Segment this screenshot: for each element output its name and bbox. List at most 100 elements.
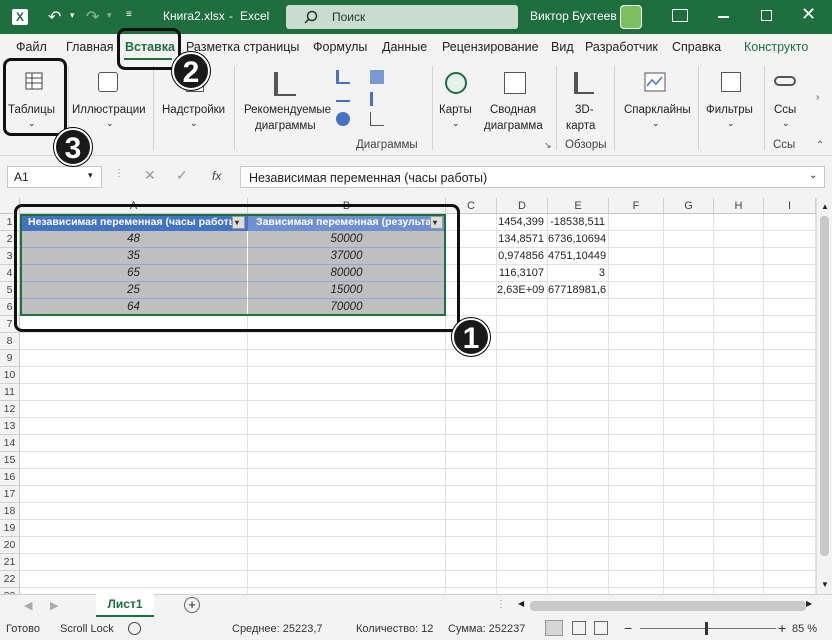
normal-view-icon[interactable] bbox=[545, 620, 563, 636]
search-box[interactable]: Поиск bbox=[286, 5, 518, 29]
callout-tables bbox=[3, 58, 67, 136]
hierarchy-chart-icon[interactable] bbox=[370, 70, 384, 84]
formula-input[interactable]: Независимая переменная (часы работы) ⌄ bbox=[240, 166, 825, 188]
filters-button[interactable]: Фильтры ⌄ bbox=[702, 64, 760, 134]
recommended-charts-button[interactable]: Рекомендуемые диаграммы bbox=[238, 64, 334, 134]
row-header[interactable]: 11 bbox=[0, 384, 20, 401]
ribbon-display-icon[interactable] bbox=[672, 9, 688, 22]
cell-d[interactable]: 116,3107 bbox=[497, 265, 548, 282]
scroll-thumb[interactable] bbox=[820, 216, 829, 556]
scroll-up-icon[interactable]: ▲ bbox=[821, 202, 829, 211]
row-header[interactable]: 20 bbox=[0, 537, 20, 554]
scroll-down-icon[interactable]: ▼ bbox=[821, 580, 829, 589]
zoom-in-icon[interactable]: + bbox=[778, 620, 786, 636]
maximize-icon[interactable] bbox=[761, 10, 772, 21]
tab-help[interactable]: Справка bbox=[672, 40, 721, 54]
scatter-chart-icon[interactable] bbox=[370, 112, 384, 126]
horizontal-scroll-thumb[interactable] bbox=[530, 601, 806, 611]
column-chart-icon[interactable] bbox=[336, 70, 350, 84]
row-header[interactable]: 16 bbox=[0, 469, 20, 486]
links-button[interactable]: Ссы ⌄ bbox=[768, 64, 808, 134]
cell-e[interactable]: 3 bbox=[548, 265, 609, 282]
avatar[interactable] bbox=[620, 5, 642, 29]
row-header[interactable]: 21 bbox=[0, 554, 20, 571]
insert-function-icon[interactable]: fx bbox=[212, 169, 221, 183]
row-header[interactable]: 12 bbox=[0, 401, 20, 418]
cell-d[interactable]: 0,974856 bbox=[497, 248, 548, 265]
undo-dropdown-icon[interactable]: ▾ bbox=[70, 10, 75, 21]
redo-icon[interactable]: ↷ bbox=[86, 7, 99, 27]
column-header-E[interactable]: E bbox=[548, 198, 609, 214]
accessibility-icon[interactable] bbox=[128, 622, 141, 635]
cancel-icon[interactable]: ✕ bbox=[144, 167, 156, 184]
minimize-icon[interactable] bbox=[718, 16, 729, 18]
pie-chart-icon[interactable] bbox=[336, 112, 350, 126]
column-header-H[interactable]: H bbox=[714, 198, 764, 214]
row-header[interactable]: 14 bbox=[0, 435, 20, 452]
close-icon[interactable]: ✕ bbox=[801, 4, 816, 25]
ribbon-scroll-right-icon[interactable]: › bbox=[816, 92, 819, 103]
tab-table-design[interactable]: Конструкто bbox=[744, 40, 808, 54]
hscroll-left-icon[interactable]: ◀ bbox=[518, 599, 524, 608]
tab-developer[interactable]: Разработчик bbox=[585, 40, 658, 54]
zoom-level[interactable]: 85 % bbox=[792, 623, 817, 635]
sparklines-button[interactable]: Спарклайны ⌄ bbox=[618, 64, 694, 134]
maps-button[interactable]: Карты ⌄ bbox=[436, 64, 478, 134]
vertical-scrollbar[interactable]: ▲ ▼ bbox=[816, 198, 832, 594]
zoom-slider-handle[interactable] bbox=[705, 622, 708, 635]
column-header-D[interactable]: D bbox=[497, 198, 548, 214]
column-header-G[interactable]: G bbox=[664, 198, 714, 214]
row-header[interactable]: 18 bbox=[0, 503, 20, 520]
tab-review[interactable]: Рецензирование bbox=[442, 40, 539, 54]
tab-page-layout[interactable]: Разметка страницы bbox=[186, 40, 299, 54]
enter-icon[interactable]: ✓ bbox=[176, 167, 188, 184]
sheet-tab-active[interactable]: Лист1 bbox=[96, 594, 154, 617]
pivot-chart-button[interactable]: Сводная диаграмма bbox=[484, 64, 550, 134]
tab-data[interactable]: Данные bbox=[382, 40, 427, 54]
charts-dialog-launcher-icon[interactable]: ↘ bbox=[544, 140, 552, 151]
cell-d[interactable]: 134,8571 bbox=[497, 231, 548, 248]
next-sheet-icon[interactable]: ▶ bbox=[50, 599, 58, 612]
stat-chart-icon[interactable] bbox=[370, 92, 384, 106]
row-header[interactable]: 15 bbox=[0, 452, 20, 469]
illustrations-button[interactable]: Иллюстрации ⌄ bbox=[70, 64, 150, 134]
redo-dropdown-icon[interactable]: ▾ bbox=[107, 10, 112, 21]
row-header[interactable]: 9 bbox=[0, 350, 20, 367]
row-header[interactable]: 13 bbox=[0, 418, 20, 435]
tab-view[interactable]: Вид bbox=[551, 40, 574, 54]
cell-e[interactable]: -18538,511 bbox=[548, 214, 609, 231]
expand-formula-icon[interactable]: ⌄ bbox=[809, 170, 817, 181]
line-chart-icon[interactable] bbox=[336, 92, 350, 102]
customize-toolbar-icon[interactable]: ≡ bbox=[126, 9, 132, 20]
row-header[interactable]: 17 bbox=[0, 486, 20, 503]
row-header[interactable]: 22 bbox=[0, 571, 20, 588]
gridline-h bbox=[20, 434, 816, 435]
prev-sheet-icon[interactable]: ◀ bbox=[24, 599, 32, 612]
column-header-I[interactable]: I bbox=[764, 198, 816, 214]
page-layout-view-icon[interactable] bbox=[572, 621, 586, 635]
tab-file[interactable]: Файл bbox=[16, 40, 47, 54]
pivot-chart-icon bbox=[504, 72, 526, 94]
cell-d[interactable]: 2,63E+09 bbox=[497, 282, 548, 299]
cell-e[interactable]: 67718981,6 bbox=[548, 282, 609, 299]
row-header[interactable]: 8 bbox=[0, 333, 20, 350]
cell-e[interactable]: 6736,10694 bbox=[548, 231, 609, 248]
cell-d[interactable]: 1454,399 bbox=[497, 214, 548, 231]
row-header[interactable]: 10 bbox=[0, 367, 20, 384]
tab-split-handle[interactable]: ⋮ bbox=[496, 599, 506, 610]
tab-home[interactable]: Главная bbox=[66, 40, 114, 54]
cell-e[interactable]: 4751,10449 bbox=[548, 248, 609, 265]
undo-icon[interactable]: ↶ bbox=[48, 7, 61, 27]
hscroll-right-icon[interactable]: ▶ bbox=[806, 599, 812, 608]
zoom-slider[interactable] bbox=[640, 628, 776, 629]
tab-formulas[interactable]: Формулы bbox=[313, 40, 367, 54]
3d-map-button[interactable]: 3D- карта bbox=[560, 64, 612, 134]
user-name[interactable]: Виктор Бухтеев bbox=[530, 9, 617, 23]
add-sheet-icon[interactable]: + bbox=[184, 597, 200, 613]
name-box[interactable]: A1 ▾ bbox=[7, 166, 102, 188]
zoom-out-icon[interactable]: − bbox=[624, 620, 632, 636]
collapse-ribbon-icon[interactable]: ⌃ bbox=[816, 140, 824, 151]
page-break-view-icon[interactable] bbox=[594, 621, 608, 635]
column-header-F[interactable]: F bbox=[609, 198, 664, 214]
row-header[interactable]: 19 bbox=[0, 520, 20, 537]
